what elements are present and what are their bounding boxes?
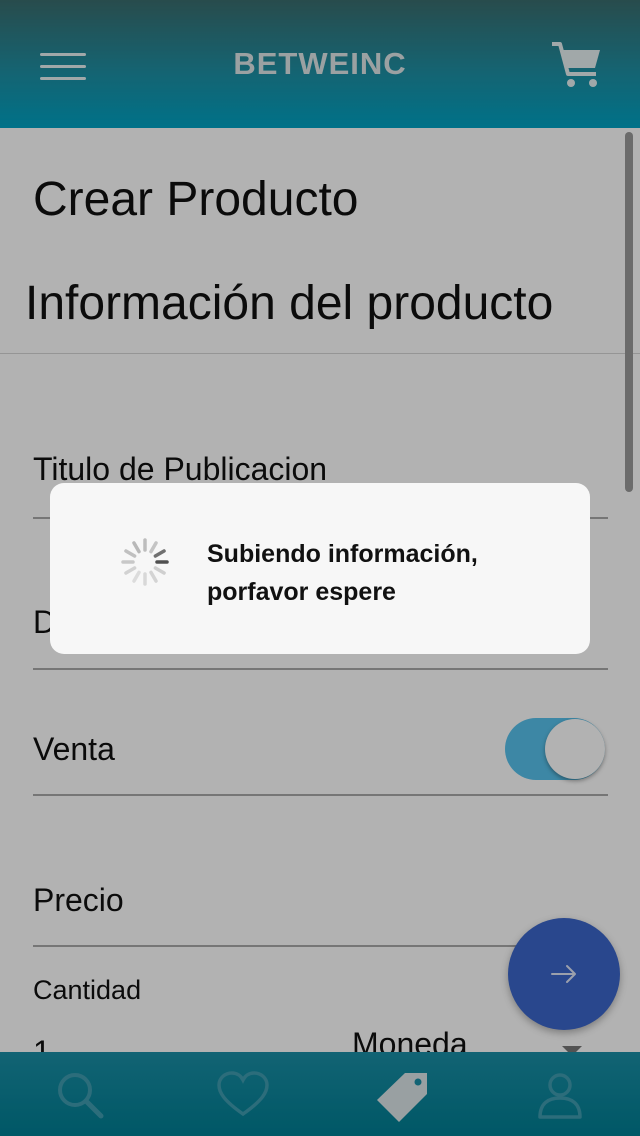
quantity-input[interactable]: 1 <box>33 1034 51 1052</box>
section-divider <box>0 353 640 354</box>
shopping-cart-icon <box>552 42 600 87</box>
loading-spinner-icon <box>121 538 169 586</box>
scrollbar[interactable] <box>625 132 633 492</box>
app-header: BETWEINC <box>0 0 640 128</box>
arrow-right-icon <box>551 965 576 983</box>
nav-item-profile[interactable] <box>480 1052 640 1136</box>
cart-button[interactable] <box>550 40 604 90</box>
heart-icon <box>217 1071 269 1117</box>
sale-label: Venta <box>33 731 115 767</box>
app-screen: BETWEINC Crear Producto Información del … <box>0 0 640 1136</box>
page-title: Crear Producto <box>33 173 359 226</box>
bottom-navigation <box>0 1052 640 1136</box>
loading-dialog: Subiendo información, porfavor espere <box>50 483 590 654</box>
nav-item-search[interactable] <box>0 1052 160 1136</box>
section-title: Información del producto <box>25 277 554 330</box>
toggle-knob <box>545 719 605 779</box>
next-button[interactable] <box>508 918 620 1030</box>
sale-toggle[interactable] <box>505 716 609 782</box>
price-field[interactable]: Precio <box>33 882 124 919</box>
search-icon <box>58 1073 104 1119</box>
nav-item-sell[interactable] <box>320 1052 480 1136</box>
currency-select-label: Moneda <box>352 1026 468 1052</box>
currency-select[interactable]: Moneda <box>352 1026 592 1052</box>
loading-message: Subiendo información, porfavor espere <box>207 540 478 606</box>
user-icon <box>538 1073 582 1119</box>
app-title: BETWEINC <box>233 46 407 81</box>
tag-icon <box>377 1073 427 1122</box>
nav-item-favorites[interactable] <box>160 1052 320 1136</box>
sale-row-divider <box>33 794 608 796</box>
description-field-underline <box>33 668 608 670</box>
quantity-label: Cantidad <box>33 975 142 1005</box>
